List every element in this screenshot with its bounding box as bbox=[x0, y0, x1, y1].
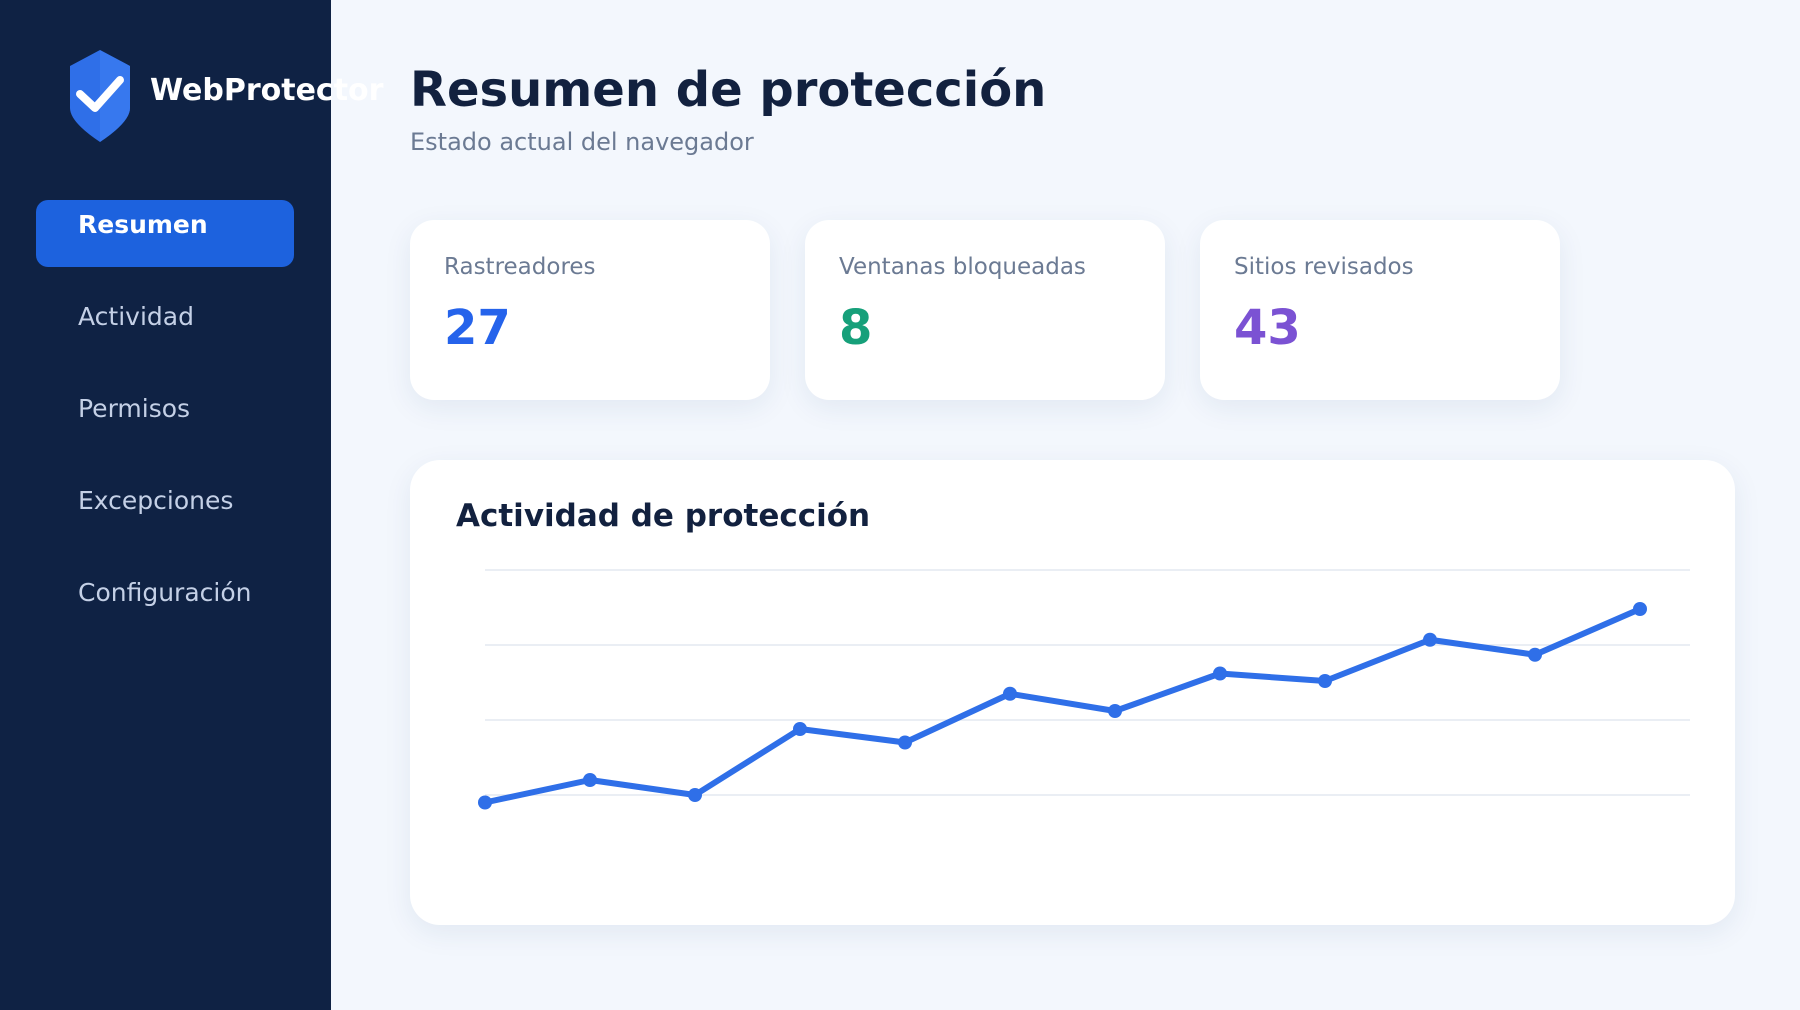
activity-chart-card: Actividad de protección bbox=[410, 460, 1735, 925]
data-point-0[interactable] bbox=[478, 795, 492, 810]
data-point-5[interactable] bbox=[1003, 686, 1017, 701]
stat-card-blocked-windows: Ventanas bloqueadas 8 bbox=[805, 220, 1165, 400]
sidebar-item-resumen[interactable]: Resumen bbox=[36, 200, 294, 267]
stat-value: 8 bbox=[839, 300, 873, 356]
stat-card-trackers: Rastreadores 27 bbox=[410, 220, 770, 400]
data-point-9[interactable] bbox=[1423, 632, 1437, 647]
activity-line-chart bbox=[478, 569, 1690, 810]
sidebar-item-label: Configuración bbox=[78, 578, 252, 607]
data-point-4[interactable] bbox=[898, 735, 912, 750]
stat-label: Ventanas bloqueadas bbox=[839, 254, 1086, 280]
data-point-2[interactable] bbox=[688, 788, 702, 802]
sidebar-item-excepciones[interactable]: Excepciones bbox=[36, 472, 294, 539]
sidebar-item-label: Actividad bbox=[78, 302, 194, 331]
data-point-6[interactable] bbox=[1108, 704, 1122, 718]
page-subtitle: Estado actual del navegador bbox=[410, 128, 754, 156]
data-point-11[interactable] bbox=[1633, 602, 1647, 616]
sidebar: WebProtector Resumen Actividad Permisos … bbox=[0, 0, 383, 1010]
stat-value: 27 bbox=[444, 300, 511, 356]
sidebar-item-actividad[interactable]: Actividad bbox=[36, 288, 294, 355]
data-point-1[interactable] bbox=[583, 773, 597, 787]
brand[interactable]: WebProtector bbox=[68, 50, 383, 142]
series-line bbox=[482, 606, 1643, 806]
stat-value: 43 bbox=[1234, 300, 1301, 356]
sidebar-item-label: Excepciones bbox=[78, 486, 234, 515]
stat-card-sites-reviewed: Sitios revisados 43 bbox=[1200, 220, 1560, 400]
data-point-3[interactable] bbox=[793, 722, 807, 736]
page-title: Resumen de protección bbox=[410, 62, 1047, 118]
data-point-10[interactable] bbox=[1528, 647, 1542, 662]
data-point-7[interactable] bbox=[1213, 666, 1227, 681]
stat-label: Rastreadores bbox=[444, 254, 596, 280]
sidebar-item-label: Permisos bbox=[78, 394, 191, 423]
stat-label: Sitios revisados bbox=[1234, 254, 1414, 280]
sidebar-item-configuracion[interactable]: Configuración bbox=[36, 564, 294, 631]
sidebar-item-permisos[interactable]: Permisos bbox=[36, 380, 294, 447]
app-name: WebProtector bbox=[150, 72, 384, 108]
data-point-8[interactable] bbox=[1318, 674, 1332, 688]
sidebar-item-label: Resumen bbox=[78, 210, 208, 239]
shield-check-icon bbox=[70, 50, 130, 142]
